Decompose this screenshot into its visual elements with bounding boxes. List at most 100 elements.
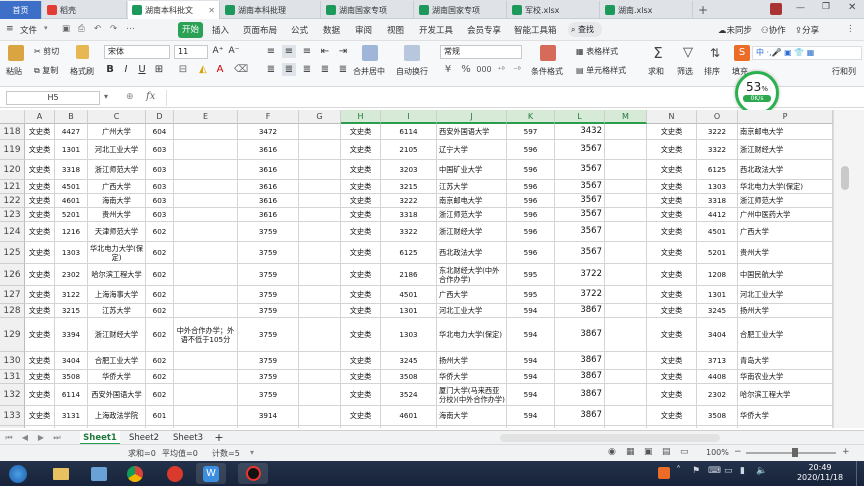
row-header[interactable]: 127 [0,286,25,304]
table-cell[interactable]: 文史类 [647,304,697,318]
table-cell[interactable] [299,160,341,180]
table-cell[interactable]: 595 [507,264,555,286]
table-cell[interactable]: 3867 [555,352,605,370]
table-cell[interactable] [605,194,647,208]
table-cell[interactable] [299,222,341,242]
sort-button[interactable]: 排序 [704,66,720,77]
tab-doc[interactable]: 湖南国家专项 [415,1,507,19]
table-cell[interactable]: 3524 [55,426,88,428]
table-cell[interactable] [174,208,238,222]
grow-font-icon[interactable]: A⁺ [212,45,224,58]
column-header[interactable]: O [697,110,738,124]
table-cell[interactable]: 601 [146,406,174,426]
table-cell[interactable]: 3131 [55,406,88,426]
italic-icon[interactable]: I [120,63,132,76]
horizontal-scrollbar[interactable] [500,434,720,442]
table-cell[interactable]: 文史类 [341,222,381,242]
table-cell[interactable]: 文史类 [25,318,55,352]
row-header[interactable]: 125 [0,242,25,264]
table-cell[interactable]: 浙江财经大学 [437,222,507,242]
table-cell[interactable]: 1216 [55,222,88,242]
table-cell[interactable]: 3759 [238,370,299,384]
table-cell[interactable]: 5201 [697,242,738,264]
row-header[interactable]: 119 [0,140,25,160]
column-header[interactable]: F [238,110,299,124]
table-cell[interactable]: 文史类 [341,140,381,160]
table-cell[interactable] [299,352,341,370]
table-cell[interactable]: 3567 [555,160,605,180]
table-cell[interactable]: 1301 [55,140,88,160]
table-cell[interactable]: 3404 [697,318,738,352]
table-cell[interactable]: 西北政法大学 [437,242,507,264]
table-cell[interactable]: 文史类 [25,208,55,222]
share-button[interactable]: ⇪分享 [795,24,819,36]
table-cell[interactable]: 4408 [697,370,738,384]
table-cell[interactable]: 1208 [697,264,738,286]
table-cell[interactable] [605,426,647,428]
table-cell[interactable]: 华南农业大学 [738,370,833,384]
table-cell[interactable]: 1303 [381,318,437,352]
table-cell[interactable] [299,426,341,428]
table-cell[interactable]: 文史类 [25,304,55,318]
row-header[interactable]: 130 [0,352,25,370]
table-cell[interactable]: 青岛大学 [738,352,833,370]
table-cell[interactable] [174,242,238,264]
table-cell[interactable]: 文史类 [647,222,697,242]
table-cell[interactable]: 595 [507,286,555,304]
window-close-icon[interactable]: ✕ [848,2,856,13]
table-cell[interactable]: 厦门大学(马来西亚分校)(中外合作办学) [738,426,833,428]
table-cell[interactable]: 3222 [697,124,738,140]
table-cell[interactable]: 上海海事大学 [88,286,146,304]
spreadsheet-grid[interactable]: A B C D E F G H I J K L M N O P 118 文史类 4427 广州大学 604 3472 文史类… [0,110,833,428]
table-cell[interactable]: 593 [507,426,555,428]
sum-button[interactable]: 求和 [648,66,664,77]
table-cell[interactable] [605,222,647,242]
table-cell[interactable]: 3759 [238,222,299,242]
select-all-corner[interactable] [0,110,25,124]
table-cell[interactable]: 3508 [697,406,738,426]
table-style-button[interactable]: ▦ 表格样式 [576,46,618,57]
new-tab-icon[interactable]: + [694,1,714,19]
table-cell[interactable]: 3722 [555,286,605,304]
table-cell[interactable]: 文史类 [341,318,381,352]
table-cell[interactable]: 3508 [55,370,88,384]
table-cell[interactable]: 文史类 [647,384,697,406]
table-cell[interactable] [174,406,238,426]
tab-daoke[interactable]: 稻壳 [43,1,127,19]
font-size-select[interactable]: 11 [174,45,208,59]
network-speed-widget[interactable]: 53% 0K/s [735,71,779,115]
table-cell[interactable] [605,318,647,352]
table-cell[interactable]: 3508 [381,370,437,384]
column-header[interactable]: H [341,110,381,124]
table-cell[interactable]: 3404 [55,352,88,370]
column-header[interactable]: E [174,110,238,124]
table-cell[interactable]: 文史类 [25,140,55,160]
name-box[interactable]: H5 [6,91,100,105]
table-cell[interactable] [299,370,341,384]
table-cell[interactable]: 文史类 [647,406,697,426]
tab-doc-active[interactable]: 湖南本科批文 ✕ [128,1,220,19]
table-cell[interactable]: 3867 [555,370,605,384]
table-cell[interactable]: 中国民航大学 [738,264,833,286]
table-cell[interactable]: 广西大学 [738,222,833,242]
justify-icon[interactable]: ≣ [318,63,332,76]
row-header[interactable]: 118 [0,124,25,140]
sheet-tab-sheet2[interactable]: Sheet2 [124,431,164,445]
table-cell[interactable]: 文史类 [647,194,697,208]
avatar[interactable] [770,3,782,15]
align-right-icon[interactable]: ≣ [300,63,314,76]
table-cell[interactable] [605,264,647,286]
table-cell[interactable]: 3713 [697,352,738,370]
zoom-formula-icon[interactable]: ⊕ [126,92,134,102]
table-cell[interactable]: 603 [146,140,174,160]
chevron-down-icon[interactable]: ▾ [250,448,254,457]
fill-color-icon[interactable]: ◭ [196,63,210,76]
table-cell[interactable]: 浙江财经大学 [738,140,833,160]
table-cell[interactable]: 西安外国语大学 [437,124,507,140]
taskview-icon[interactable] [84,463,114,484]
next-sheet-icon[interactable]: ▶ [36,431,46,445]
table-cell[interactable] [299,208,341,222]
table-cell[interactable]: 3245 [697,304,738,318]
table-cell[interactable]: 文史类 [25,242,55,264]
row-header[interactable]: 122 [0,194,25,208]
